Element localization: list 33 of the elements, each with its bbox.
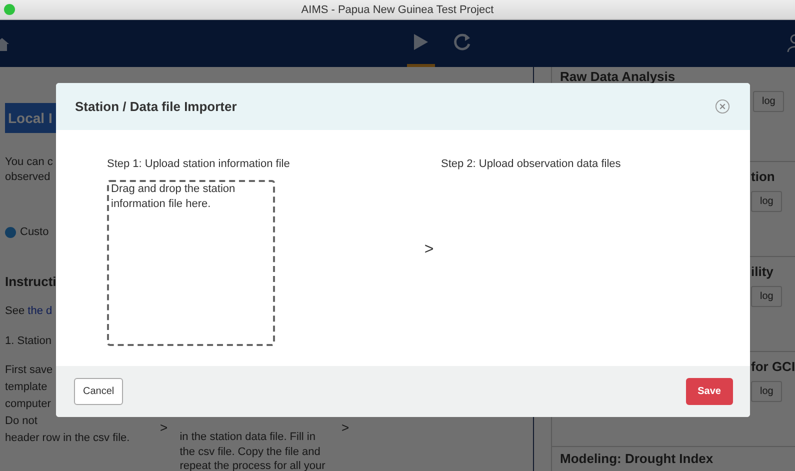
- see-text: See: [5, 305, 26, 317]
- cancel-button[interactable]: Cancel: [74, 378, 124, 405]
- step-arrow: >: [158, 420, 169, 435]
- step-heading: 1. Station: [5, 335, 52, 347]
- window-title: AIMS - Papua New Guinea Test Project: [301, 4, 494, 16]
- step-label: Step 2: Upload observation data files: [441, 158, 621, 170]
- drop-zone[interactable]: Drag and drop the station information file here.: [107, 180, 275, 346]
- card-title: Modeling: Drought Index: [560, 451, 714, 466]
- card-title: tion: [751, 169, 776, 184]
- log-button[interactable]: log: [751, 191, 782, 212]
- intro-text: You can c observed: [5, 155, 53, 185]
- card-title: for GCI: [751, 359, 795, 374]
- refresh-icon: [453, 32, 473, 52]
- close-icon[interactable]: [715, 99, 730, 114]
- step-label: Step 1: Upload station information file: [107, 158, 291, 170]
- log-button[interactable]: log: [751, 381, 782, 402]
- step-arrow: >: [340, 420, 350, 435]
- save-button[interactable]: Save: [686, 378, 733, 405]
- documentation-link[interactable]: the d: [28, 305, 52, 317]
- log-button[interactable]: log: [751, 286, 782, 307]
- log-button[interactable]: log: [753, 91, 784, 112]
- instructions-heading: Instructi: [5, 274, 56, 289]
- instruction-text: First save: [5, 363, 53, 378]
- instruction-text: header row in the csv file.: [5, 431, 130, 446]
- instruction-text: in the station data file. Fill in the csv file. Copy the file and repeat the process for all your: [178, 430, 326, 471]
- radio-label: Custo: [20, 226, 49, 238]
- card-title: ility: [751, 264, 774, 279]
- instruction-text: Do not: [5, 414, 38, 429]
- radio-button[interactable]: [5, 226, 16, 238]
- instruction-text: computer: [5, 397, 51, 412]
- instruction-text: template: [5, 380, 48, 395]
- card-title: Raw Data Analysis: [560, 69, 676, 84]
- step-arrow: >: [423, 241, 435, 259]
